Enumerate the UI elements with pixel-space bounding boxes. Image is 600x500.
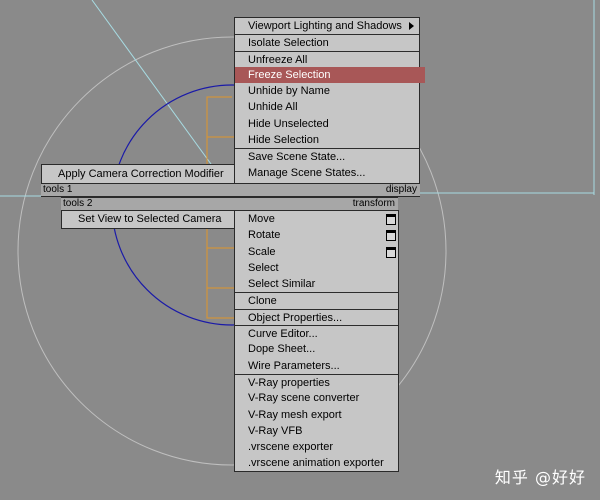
menu-item-freeze-selection[interactable]: Freeze Selection xyxy=(235,66,425,84)
menu-item-clone[interactable]: Clone xyxy=(235,292,398,308)
menu-item-move[interactable]: Move xyxy=(235,211,398,227)
menu-item-vrscene-animation-exporter[interactable]: .vrscene animation exporter xyxy=(235,455,398,471)
menu-item-label: V-Ray VFB xyxy=(248,424,303,437)
menu-item-label: Save Scene State... xyxy=(248,151,346,164)
menu-item-save-scene-state[interactable]: Save Scene State... xyxy=(235,148,419,164)
quad-menu-transform: Move Rotate Scale Select Select Similar … xyxy=(234,210,399,472)
menu-item-label: Unfreeze All xyxy=(248,53,308,66)
quad-label-transform: transform xyxy=(352,198,395,209)
menu-item-vray-properties[interactable]: V-Ray properties xyxy=(235,373,398,390)
menu-item-isolate-selection[interactable]: Isolate Selection xyxy=(235,34,419,50)
menu-item-label: V-Ray properties xyxy=(248,376,330,389)
menu-item-unfreeze-all[interactable]: Unfreeze All xyxy=(235,50,419,67)
quad-menu-tools-2: Set View to Selected Camera xyxy=(61,210,235,229)
options-dialog-icon[interactable] xyxy=(386,214,396,225)
menu-item-apply-camera-correction[interactable]: Apply Camera Correction Modifier xyxy=(42,165,234,183)
menu-item-label: Scale xyxy=(248,245,276,258)
menu-item-label: Freeze Selection xyxy=(248,68,331,81)
menu-item-label: V-Ray mesh export xyxy=(248,408,342,421)
menu-item-label: Viewport Lighting and Shadows xyxy=(248,20,402,32)
menu-item-label: Apply Camera Correction Modifier xyxy=(58,168,224,180)
menu-item-rotate[interactable]: Rotate xyxy=(235,227,398,243)
menu-item-label: .vrscene animation exporter xyxy=(248,457,384,470)
menu-item-label: Unhide All xyxy=(248,101,298,114)
menu-item-label: Hide Selection xyxy=(248,134,319,147)
menu-item-vrscene-exporter[interactable]: .vrscene exporter xyxy=(235,439,398,455)
quad-header-top: tools 1 display xyxy=(41,183,420,197)
quad-menu-display: Viewport Lighting and Shadows Isolate Se… xyxy=(234,17,425,184)
menu-item-label: Manage Scene States... xyxy=(248,166,366,179)
menu-item-viewport-lighting-shadows[interactable]: Viewport Lighting and Shadows xyxy=(235,18,419,34)
menu-item-label: .vrscene exporter xyxy=(248,441,333,454)
menu-item-unhide-all[interactable]: Unhide All xyxy=(235,99,419,115)
quad-header-bottom: tools 2 transform xyxy=(61,197,398,211)
menu-item-label: Isolate Selection xyxy=(248,37,329,50)
menu-item-label: Object Properties... xyxy=(248,311,343,324)
menu-item-set-view-to-selected-camera[interactable]: Set View to Selected Camera xyxy=(62,211,234,228)
menu-item-label: V-Ray scene converter xyxy=(248,392,360,405)
menu-item-label: Select Similar xyxy=(248,278,316,291)
menu-item-label: Move xyxy=(248,213,275,225)
menu-item-unhide-by-name[interactable]: Unhide by Name xyxy=(235,83,419,99)
menu-item-scale[interactable]: Scale xyxy=(235,244,398,260)
menu-item-hide-selection[interactable]: Hide Selection xyxy=(235,132,419,148)
menu-item-vray-vfb[interactable]: V-Ray VFB xyxy=(235,423,398,439)
menu-item-hide-unselected[interactable]: Hide Unselected xyxy=(235,116,419,132)
quad-label-tools-2: tools 2 xyxy=(63,198,93,209)
menu-item-label: Clone xyxy=(248,295,277,308)
menu-item-dope-sheet[interactable]: Dope Sheet... xyxy=(235,341,398,357)
menu-item-select-similar[interactable]: Select Similar xyxy=(235,276,398,292)
menu-item-label: Rotate xyxy=(248,229,281,242)
menu-item-label: Dope Sheet... xyxy=(248,343,316,356)
menu-item-label: Hide Unselected xyxy=(248,117,329,130)
quad-label-display: display xyxy=(385,184,417,195)
options-dialog-icon[interactable] xyxy=(386,246,396,258)
menu-item-vray-scene-converter[interactable]: V-Ray scene converter xyxy=(235,390,398,406)
options-dialog-icon[interactable] xyxy=(386,230,396,242)
menu-item-label: Select xyxy=(248,261,279,274)
menu-item-curve-editor[interactable]: Curve Editor... xyxy=(235,325,398,341)
menu-item-label: Unhide by Name xyxy=(248,85,330,98)
menu-item-vray-mesh-export[interactable]: V-Ray mesh export xyxy=(235,407,398,423)
menu-item-select[interactable]: Select xyxy=(235,260,398,276)
quad-menu-tools-1: Apply Camera Correction Modifier xyxy=(41,164,235,184)
menu-item-object-properties[interactable]: Object Properties... xyxy=(235,308,398,325)
menu-item-label: Curve Editor... xyxy=(248,328,318,341)
menu-item-label: Wire Parameters... xyxy=(248,359,340,372)
quad-label-tools-1: tools 1 xyxy=(43,184,73,195)
menu-item-manage-scene-states[interactable]: Manage Scene States... xyxy=(235,165,419,181)
menu-item-label: Set View to Selected Camera xyxy=(78,213,222,225)
submenu-arrow-icon xyxy=(409,22,414,30)
zhihu-watermark: 知乎 @好好 xyxy=(494,468,586,487)
menu-item-wire-parameters[interactable]: Wire Parameters... xyxy=(235,358,398,374)
